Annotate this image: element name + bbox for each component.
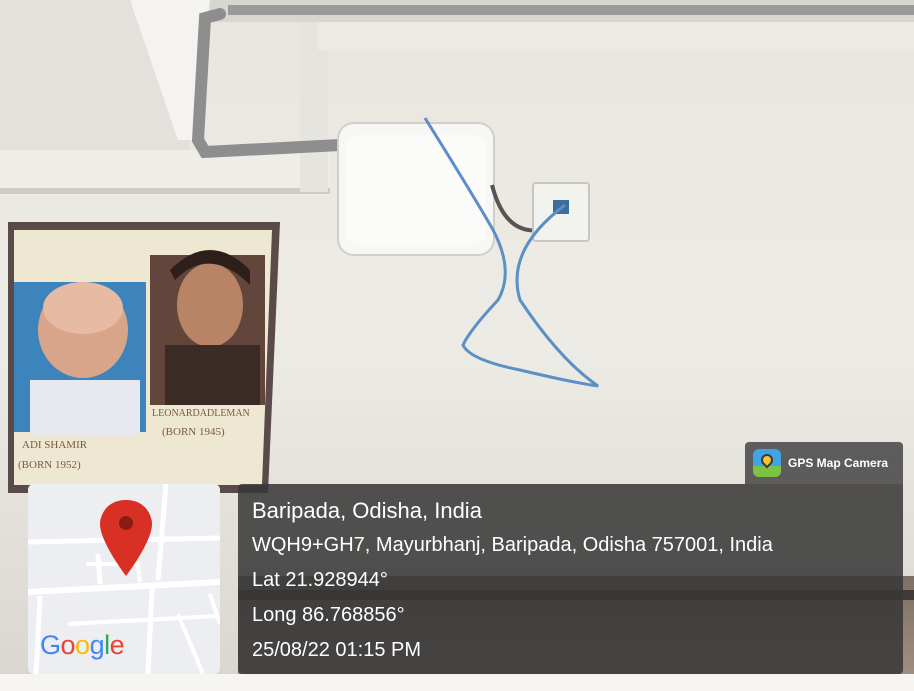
map-thumbnail: Google xyxy=(28,484,220,674)
location-info-panel: Baripada, Odisha, India WQH9+GH7, Mayurb… xyxy=(238,484,903,674)
longitude-readout: Long 86.768856° xyxy=(252,604,405,626)
timestamp: 25/08/22 01:15 PM xyxy=(252,639,422,661)
gps-map-camera-icon xyxy=(753,449,781,477)
latitude-readout: Lat 21.928944° xyxy=(252,569,388,591)
poster-caption-right-born: (BORN 1945) xyxy=(162,426,225,438)
location-title: Baripada, Odisha, India xyxy=(252,498,482,523)
poster-caption-left-born: (BORN 1952) xyxy=(18,459,81,471)
gps-map-camera-badge: GPS Map Camera xyxy=(745,442,903,484)
app-name-label: GPS Map Camera xyxy=(788,456,889,470)
location-address: WQH9+GH7, Mayurbhanj, Baripada, Odisha 7… xyxy=(252,534,773,556)
google-logo: Google xyxy=(40,630,125,660)
poster-caption-right-name: LEONARDADLEMAN xyxy=(152,408,250,419)
poster-caption-left-name: ADI SHAMIR xyxy=(22,439,88,451)
